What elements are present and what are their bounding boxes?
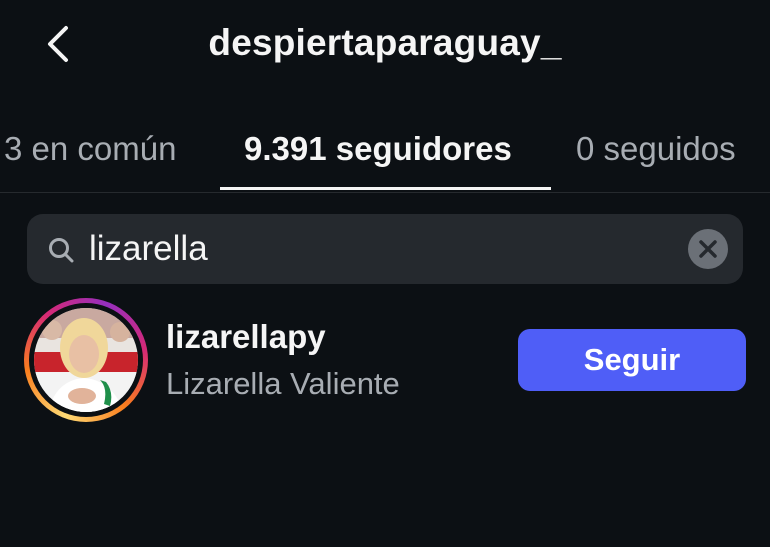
tab-following[interactable]: 0 seguidos [576,130,736,168]
tab-bar: 3 en común 9.391 seguidores 0 seguidos [0,112,770,193]
page-title: despiertaparaguay_ [208,22,562,63]
active-tab-indicator [220,187,551,190]
follow-button[interactable]: Seguir [518,329,746,391]
search-bar[interactable] [27,214,743,284]
username[interactable]: lizarellapy [166,318,326,356]
clear-icon [699,240,717,258]
clear-search-button[interactable] [688,229,728,269]
list-item[interactable]: lizarellapy Lizarella Valiente Seguir [0,296,770,426]
top-bar: despiertaparaguay_ [0,0,770,90]
avatar[interactable] [34,308,138,412]
search-icon [47,236,75,264]
search-input[interactable] [89,224,669,274]
tab-followers[interactable]: 9.391 seguidores [244,130,512,168]
full-name: Lizarella Valiente [166,366,400,401]
tab-mutual[interactable]: 3 en común [4,130,176,168]
story-ring[interactable] [24,298,148,422]
